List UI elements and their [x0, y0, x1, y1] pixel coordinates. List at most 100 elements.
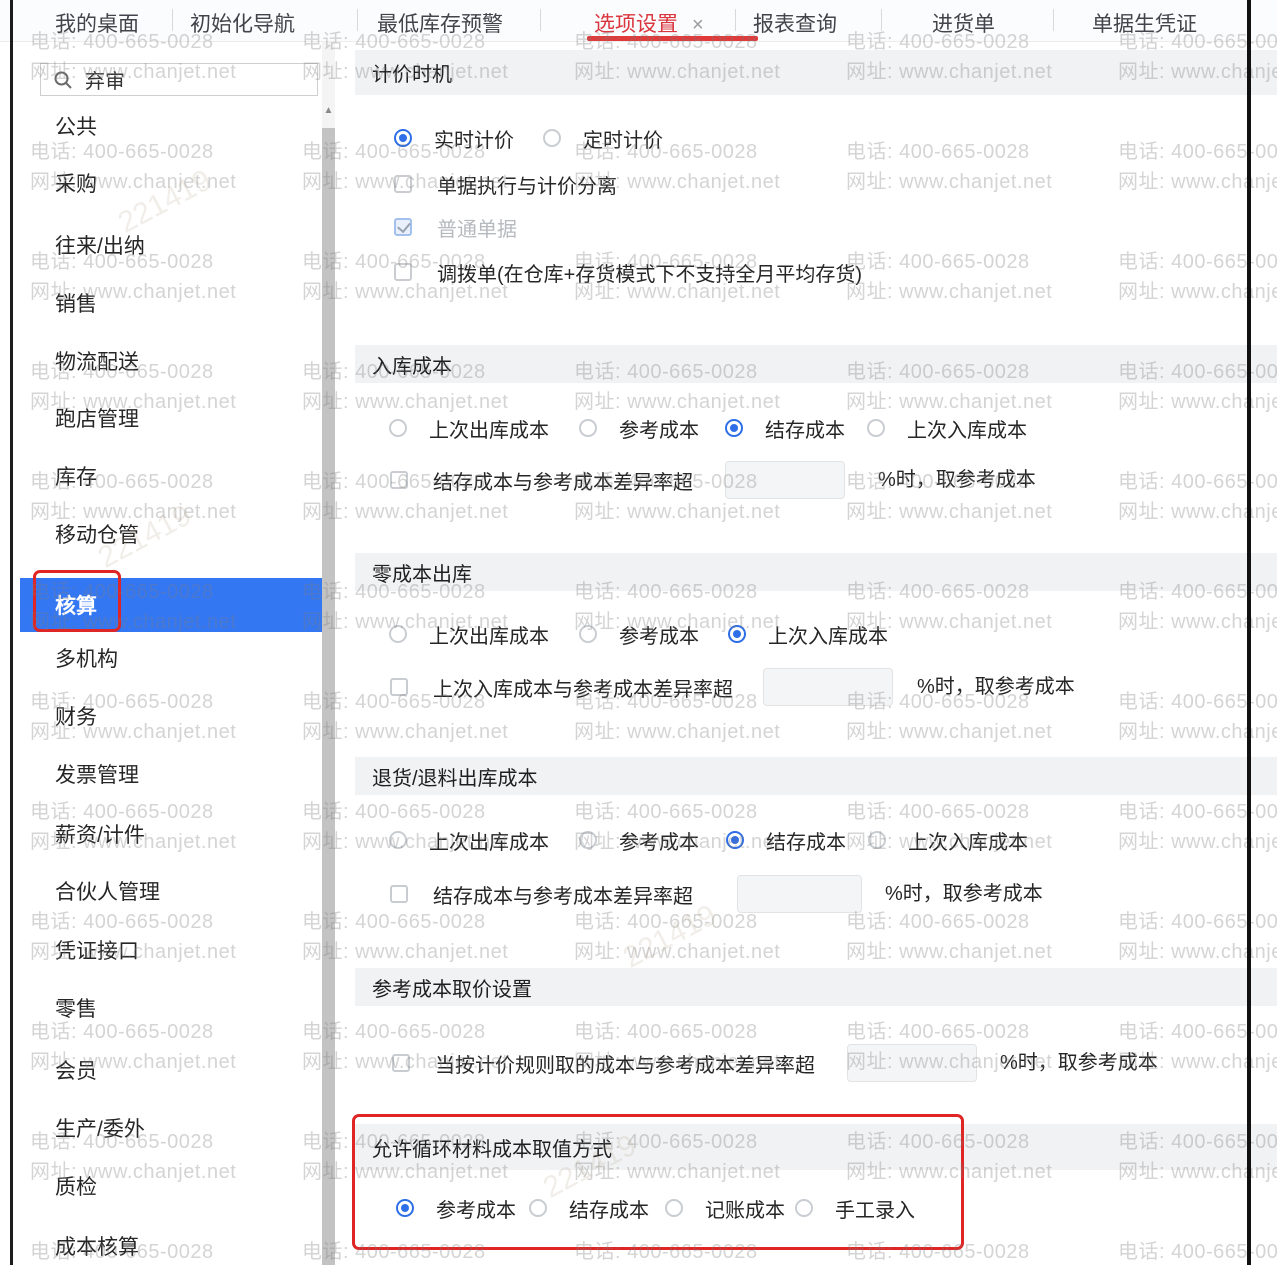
watermark-text: 电话: 400-665-0028 [846, 801, 1030, 823]
watermark-text: 网址: www.chanjet.net [846, 941, 1053, 963]
tab-3[interactable]: 最低库存预警 [377, 8, 503, 38]
threshold-suffix: %时，取参考成本 [878, 469, 1036, 491]
checkbox-separate-execution-pricing[interactable]: 单据执行与计价分离 [394, 174, 617, 198]
radio-realtime-pricing[interactable]: 实时计价 [394, 128, 514, 152]
tab-divider [735, 9, 736, 31]
watermark-text: 网址: www.chanjet.net [1118, 831, 1277, 853]
radio-icon [579, 419, 597, 437]
tab-close-icon[interactable]: × [692, 14, 704, 36]
checkbox-zero-cost-threshold[interactable]: 上次入库成本与参考成本差异率超 [390, 677, 733, 701]
sidebar-item[interactable]: 库存 [55, 464, 97, 492]
sidebar-search[interactable] [40, 63, 318, 96]
checkbox-icon [392, 1054, 410, 1072]
tab-7[interactable]: 单据生凭证 [1092, 8, 1197, 38]
radio-balance-cost[interactable]: 结存成本 [725, 418, 845, 442]
radio-last-inbound-cost[interactable]: 上次入库成本 [728, 624, 888, 648]
radio-manual-entry[interactable]: 手工录入 [795, 1198, 915, 1222]
sidebar-item[interactable]: 质检 [55, 1174, 97, 1202]
checkbox-icon [390, 885, 408, 903]
checkbox-icon [390, 471, 408, 489]
radio-last-outbound-cost[interactable]: 上次出库成本 [389, 830, 549, 854]
sidebar: 公共采购往来/出纳销售物流配送跑店管理库存移动仓管核算多机构财务发票管理薪资/计… [0, 42, 337, 1265]
sidebar-item[interactable]: 往来/出纳 [55, 233, 145, 261]
watermark-text: 电话: 400-665-0028 [1118, 1241, 1277, 1263]
sidebar-item[interactable]: 生产/委外 [55, 1116, 145, 1144]
radio-selected-icon [396, 1199, 414, 1217]
radio-reference-cost[interactable]: 参考成本 [396, 1198, 516, 1222]
radio-reference-cost[interactable]: 参考成本 [579, 830, 699, 854]
sidebar-item[interactable]: 公共 [55, 114, 97, 142]
radio-last-inbound-cost[interactable]: 上次入库成本 [868, 830, 1028, 854]
radio-selected-icon [725, 419, 743, 437]
radio-scheduled-pricing[interactable]: 定时计价 [543, 128, 663, 152]
section-header-inbound-cost: 入库成本 [355, 345, 1277, 383]
watermark-text: 电话: 400-665-0028 [846, 1021, 1030, 1043]
radio-balance-cost[interactable]: 结存成本 [529, 1198, 649, 1222]
sidebar-item[interactable]: 多机构 [55, 646, 118, 674]
tab-divider [172, 9, 173, 31]
sidebar-item[interactable]: 会员 [55, 1058, 97, 1086]
sidebar-scrollbar-thumb[interactable] [322, 128, 335, 1265]
tab-divider [357, 9, 358, 31]
watermark-text: 网址: www.chanjet.net [574, 391, 781, 413]
radio-icon [795, 1199, 813, 1217]
radio-last-outbound-cost[interactable]: 上次出库成本 [389, 418, 549, 442]
inbound-threshold-input[interactable] [725, 461, 845, 499]
threshold-suffix: %时，取参考成本 [885, 883, 1043, 905]
radio-balance-cost[interactable]: 结存成本 [726, 830, 846, 854]
sidebar-item[interactable]: 跑店管理 [55, 406, 139, 434]
section-header-return-outbound-cost: 退货/退料出库成本 [355, 757, 1277, 795]
sidebar-item[interactable]: 财务 [55, 704, 97, 732]
radio-icon [389, 419, 407, 437]
section-title: 零成本出库 [372, 563, 472, 586]
radio-reference-cost[interactable]: 参考成本 [579, 624, 699, 648]
watermark-text: 网址: www.chanjet.net [846, 721, 1053, 743]
watermark-text: 网址: www.chanjet.net [846, 391, 1053, 413]
sidebar-item[interactable]: 合伙人管理 [55, 879, 160, 907]
sidebar-item[interactable]: 零售 [55, 996, 97, 1024]
watermark-text: 电话: 400-665-0028 [574, 1021, 758, 1043]
sidebar-item[interactable]: 物流配送 [55, 349, 139, 377]
watermark-text: 电话: 400-665-0028 [574, 911, 758, 933]
sidebar-item[interactable]: 成本核算 [55, 1234, 139, 1262]
tab-5[interactable]: 报表查询 [753, 8, 837, 38]
radio-last-inbound-cost[interactable]: 上次入库成本 [867, 418, 1027, 442]
return-threshold-input[interactable] [737, 875, 862, 913]
radio-icon [665, 1199, 683, 1217]
sidebar-item[interactable]: 薪资/计件 [55, 822, 145, 850]
search-input[interactable] [83, 67, 283, 92]
checkbox-transfer-order[interactable]: 调拨单(在仓库+存货模式下不支持全月平均存货) [394, 262, 862, 286]
watermark-text: 电话: 400-665-0028 [846, 911, 1030, 933]
tab-2[interactable]: 初始化导航 [190, 8, 295, 38]
section-title: 退货/退料出库成本 [372, 767, 538, 790]
scroll-up-arrow-icon[interactable]: ▲ [322, 104, 335, 118]
checkbox-inbound-threshold[interactable]: 结存成本与参考成本差异率超 [390, 470, 693, 494]
checkbox-return-threshold[interactable]: 结存成本与参考成本差异率超 [390, 884, 693, 908]
tab-6[interactable]: 进货单 [932, 8, 995, 38]
radio-icon [868, 831, 886, 849]
watermark-text: 网址: www.chanjet.net [846, 281, 1053, 303]
sidebar-item[interactable]: 采购 [55, 171, 97, 199]
tab-4[interactable]: 选项设置 × [594, 8, 704, 38]
radio-last-outbound-cost[interactable]: 上次出库成本 [389, 624, 549, 648]
checkbox-normal-document[interactable]: 普通单据 [394, 217, 517, 241]
radio-bookkeeping-cost[interactable]: 记账成本 [665, 1198, 785, 1222]
watermark-text: 电话: 400-665-0028 [1118, 471, 1277, 493]
sidebar-item[interactable]: 销售 [55, 291, 97, 319]
pricing-rule-threshold-input[interactable] [847, 1044, 977, 1082]
sidebar-item[interactable]: 发票管理 [55, 762, 139, 790]
sidebar-item-selected[interactable]: 核算 [20, 578, 322, 632]
tab-1[interactable]: 我的桌面 [55, 8, 139, 38]
radio-selected-icon [394, 129, 412, 147]
radio-reference-cost[interactable]: 参考成本 [579, 418, 699, 442]
sidebar-item[interactable]: 移动仓管 [55, 522, 139, 550]
watermark-text: 电话: 400-665-0028 [1118, 251, 1277, 273]
watermark-diagonal-text: 221419 [617, 898, 722, 975]
checkbox-pricing-rule-threshold[interactable]: 当按计价规则取的成本与参考成本差异率超 [392, 1053, 815, 1077]
section-title: 入库成本 [372, 355, 452, 378]
sidebar-item[interactable]: 凭证接口 [55, 938, 139, 966]
watermark-text: 网址: www.chanjet.net [1118, 611, 1277, 633]
watermark-text: 网址: www.chanjet.net [1118, 391, 1277, 413]
zero-cost-threshold-input[interactable] [763, 668, 893, 706]
tab-divider [540, 9, 541, 31]
